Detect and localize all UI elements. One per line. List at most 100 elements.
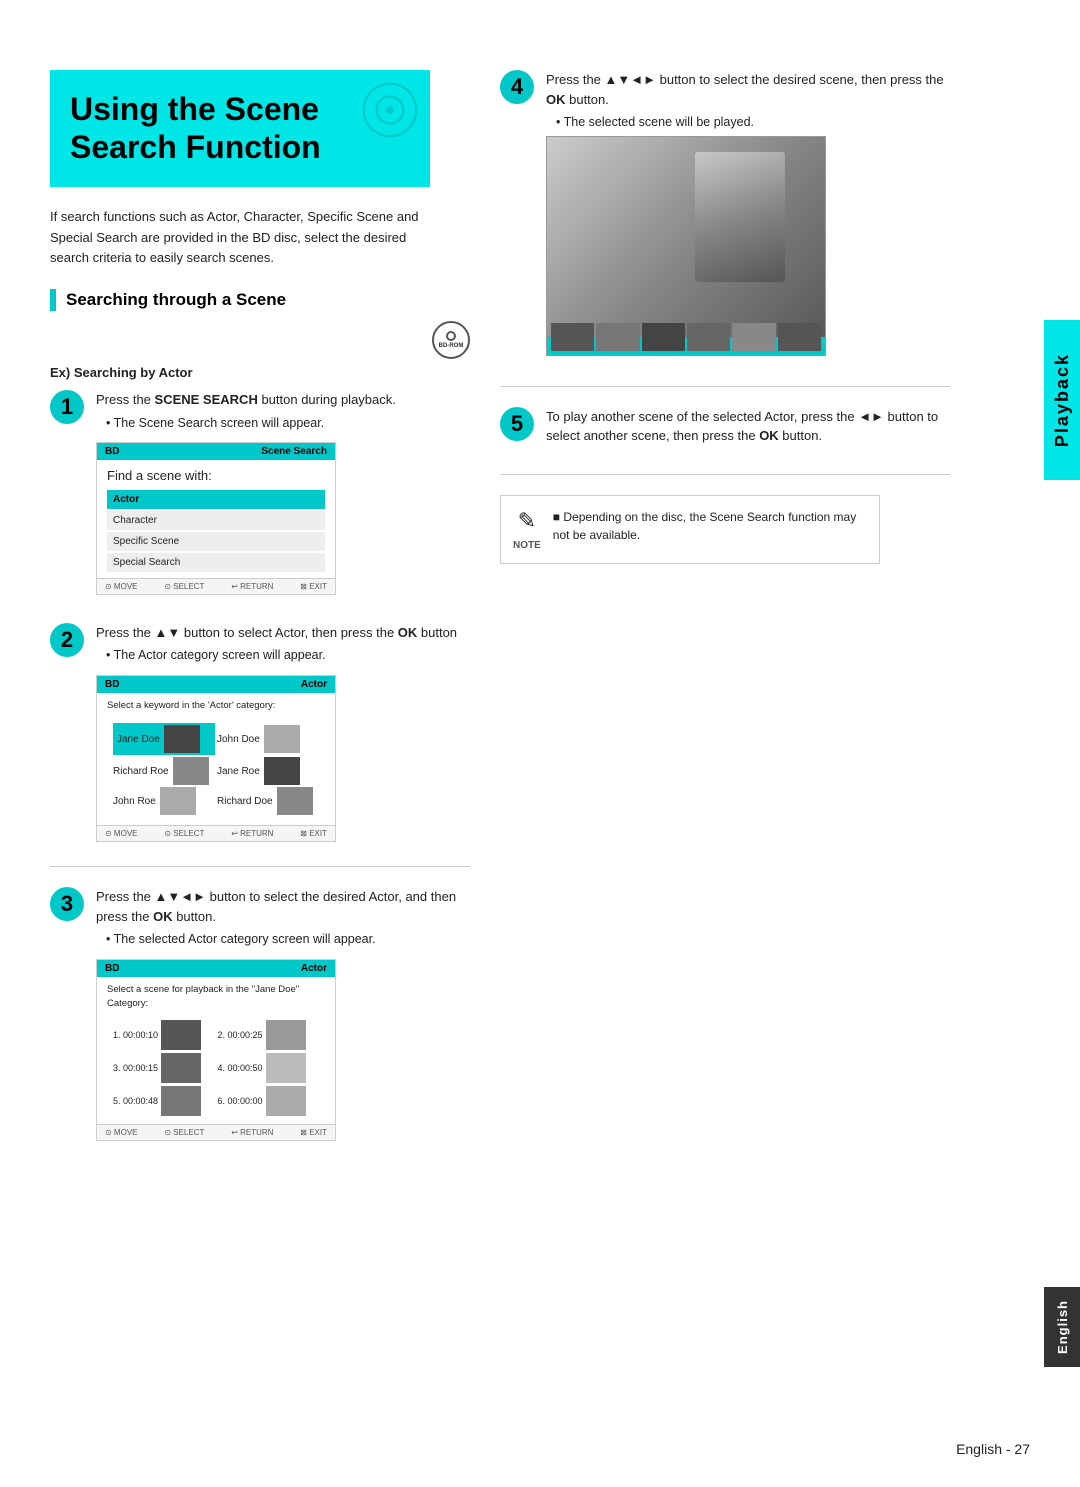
screen-mockup-3: BD Actor Select a scene for playback in … bbox=[96, 959, 336, 1141]
scene-thumb-5 bbox=[161, 1086, 201, 1116]
scene-small-thumb-5 bbox=[732, 323, 775, 351]
title-decorative-icon bbox=[360, 80, 420, 140]
scene-cell-3: 3. 00:00:15 bbox=[113, 1053, 215, 1083]
actor-richard-doe: Richard Doe bbox=[217, 787, 319, 815]
subsection-heading: Searching through a Scene bbox=[50, 289, 470, 311]
step-5-number: 5 bbox=[500, 407, 534, 441]
actor-john-roe: John Roe bbox=[113, 787, 215, 815]
step-2-number: 2 bbox=[50, 623, 84, 657]
divider-after-step2 bbox=[50, 866, 470, 867]
footer-return-3: ↩ RETURN bbox=[231, 1128, 273, 1137]
step-4-number: 4 bbox=[500, 70, 534, 104]
screen-2-subtext: Select a keyword in the 'Actor' category… bbox=[107, 699, 325, 713]
step-5: 5 To play another scene of the selected … bbox=[500, 407, 950, 450]
step-2: 2 Press the ▲▼ button to select Actor, t… bbox=[50, 623, 470, 843]
scene-cell-5: 5. 00:00:48 bbox=[113, 1086, 215, 1116]
playback-tab-label: Playback bbox=[1052, 353, 1073, 447]
step-4-text: Press the ▲▼◄► button to select the desi… bbox=[546, 70, 950, 109]
screen-2-header: BD Actor bbox=[97, 676, 335, 693]
scene-thumb-1 bbox=[161, 1020, 201, 1050]
actor-richard-roe: Richard Roe bbox=[113, 757, 215, 785]
screen-1-header-left: BD bbox=[105, 446, 119, 457]
screen-3-body: Select a scene for playback in the "Jane… bbox=[97, 977, 335, 1124]
step-1-text: Press the SCENE SEARCH button during pla… bbox=[96, 390, 470, 410]
screen-2-body: Select a keyword in the 'Actor' category… bbox=[97, 693, 335, 825]
english-tab-label: English bbox=[1055, 1300, 1070, 1354]
screen-1-body: Find a scene with: Actor Character Speci… bbox=[97, 460, 335, 578]
bdrom-icon-row: BD-ROM bbox=[50, 321, 470, 359]
actor-jane-doe: Jane Doe bbox=[113, 723, 215, 755]
footer-select-1: ⊙ SELECT bbox=[164, 582, 204, 591]
section-description: If search functions such as Actor, Chara… bbox=[50, 207, 440, 269]
note-pencil-icon: ✎ bbox=[518, 508, 536, 534]
step-1-content: Press the SCENE SEARCH button during pla… bbox=[96, 390, 470, 599]
note-box: ✎ NOTE ■ Depending on the disc, the Scen… bbox=[500, 495, 880, 564]
scene-small-thumb-2 bbox=[596, 323, 639, 351]
footer-select-3: ⊙ SELECT bbox=[164, 1128, 204, 1137]
screen-2-header-right: Actor bbox=[301, 679, 327, 690]
person-silhouette bbox=[695, 152, 785, 282]
screen-mockup-2: BD Actor Select a keyword in the 'Actor'… bbox=[96, 675, 336, 842]
screen-3-header-left: BD bbox=[105, 963, 119, 974]
bdrom-icon: BD-ROM bbox=[432, 321, 470, 359]
note-label: NOTE bbox=[513, 540, 541, 551]
footer-select-2: ⊙ SELECT bbox=[164, 829, 204, 838]
title-box: Using the Scene Search Function bbox=[50, 70, 430, 187]
step-3-bullet: The selected Actor category screen will … bbox=[106, 930, 470, 949]
right-column: 4 Press the ▲▼◄► button to select the de… bbox=[500, 70, 950, 1165]
actor-thumb-richard-doe bbox=[277, 787, 313, 815]
footer-move-2: ⊙ MOVE bbox=[105, 829, 137, 838]
step-2-bullet: The Actor category screen will appear. bbox=[106, 646, 470, 665]
divider-between-4-5 bbox=[500, 386, 950, 387]
scene-image-large bbox=[546, 136, 826, 356]
step-1-bullet: The Scene Search screen will appear. bbox=[106, 414, 470, 433]
screen-1-find-text: Find a scene with: bbox=[107, 466, 325, 486]
footer-return-1: ↩ RETURN bbox=[231, 582, 273, 591]
page-title: Using the Scene Search Function bbox=[70, 90, 400, 167]
note-bullet-symbol: ■ bbox=[553, 510, 564, 524]
step-1: 1 Press the SCENE SEARCH button during p… bbox=[50, 390, 470, 599]
step-5-content: To play another scene of the selected Ac… bbox=[546, 407, 950, 450]
main-content: Using the Scene Search Function If searc… bbox=[0, 0, 1040, 1225]
step-3-text: Press the ▲▼◄► button to select the desi… bbox=[96, 887, 470, 926]
step-4-content: Press the ▲▼◄► button to select the desi… bbox=[546, 70, 950, 362]
screen-3-header: BD Actor bbox=[97, 960, 335, 977]
menu-item-special-search: Special Search bbox=[107, 553, 325, 572]
step-1-number: 1 bbox=[50, 390, 84, 424]
step-4: 4 Press the ▲▼◄► button to select the de… bbox=[500, 70, 950, 362]
scene-thumb-3 bbox=[161, 1053, 201, 1083]
screen-3-footer: ⊙ MOVE ⊙ SELECT ↩ RETURN ⊠ EXIT bbox=[97, 1124, 335, 1140]
scene-small-thumb-4 bbox=[687, 323, 730, 351]
actor-thumb-john-doe bbox=[264, 725, 300, 753]
divider-before-note bbox=[500, 474, 950, 475]
scene-cell-1: 1. 00:00:10 bbox=[113, 1020, 215, 1050]
screen-1-footer: ⊙ MOVE ⊙ SELECT ↩ RETURN ⊠ EXIT bbox=[97, 578, 335, 594]
scene-small-thumb-3 bbox=[642, 323, 685, 351]
scene-small-thumb-6 bbox=[778, 323, 821, 351]
actor-john-doe: John Doe bbox=[217, 723, 319, 755]
step-3: 3 Press the ▲▼◄► button to select the de… bbox=[50, 887, 470, 1140]
page-number: English - 27 bbox=[956, 1441, 1030, 1457]
footer-move-1: ⊙ MOVE bbox=[105, 582, 137, 591]
note-icon-wrap: ✎ NOTE bbox=[513, 508, 541, 551]
menu-item-character: Character bbox=[107, 511, 325, 530]
screen-1-header: BD Scene Search bbox=[97, 443, 335, 460]
screen-3-subtext: Select a scene for playback in the "Jane… bbox=[107, 983, 325, 1012]
step-3-content: Press the ▲▼◄► button to select the desi… bbox=[96, 887, 470, 1140]
scene-thumb-6 bbox=[266, 1086, 306, 1116]
menu-item-actor: Actor bbox=[107, 490, 325, 509]
screen-1-header-right: Scene Search bbox=[261, 446, 327, 457]
subsection-title: Searching through a Scene bbox=[66, 290, 286, 310]
scene-cell-4: 4. 00:00:50 bbox=[218, 1053, 320, 1083]
footer-exit-1: ⊠ EXIT bbox=[300, 582, 327, 591]
note-text: Depending on the disc, the Scene Search … bbox=[553, 510, 856, 542]
screen-2-footer: ⊙ MOVE ⊙ SELECT ↩ RETURN ⊠ EXIT bbox=[97, 825, 335, 841]
menu-item-specific-scene: Specific Scene bbox=[107, 532, 325, 551]
english-tab: English bbox=[1044, 1287, 1080, 1367]
screen-2-header-left: BD bbox=[105, 679, 119, 690]
footer-exit-2: ⊠ EXIT bbox=[300, 829, 327, 838]
footer-move-3: ⊙ MOVE bbox=[105, 1128, 137, 1137]
actor-grid: Jane Doe John Doe Richard Roe bbox=[107, 717, 325, 821]
actor-jane-roe: Jane Roe bbox=[217, 757, 319, 785]
scene-small-thumb-1 bbox=[551, 323, 594, 351]
